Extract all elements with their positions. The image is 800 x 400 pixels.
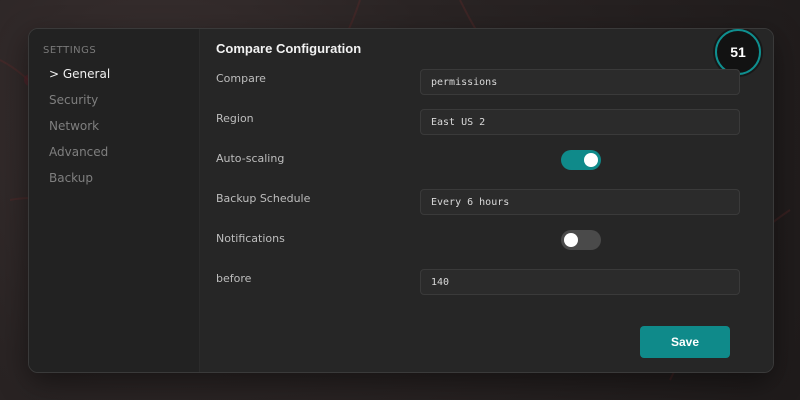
- backup-schedule-field[interactable]: Every 6 hours: [420, 189, 740, 215]
- compare-field[interactable]: permissions: [420, 69, 740, 95]
- region-field[interactable]: East US 2: [420, 109, 740, 135]
- sidebar-item-network[interactable]: Network: [49, 119, 99, 133]
- settings-window: SETTINGS > General Security Network Adva…: [28, 28, 774, 373]
- sidebar-heading: SETTINGS: [43, 45, 97, 56]
- page-title: Compare Configuration: [216, 41, 362, 56]
- notifications-label: Notifications: [216, 232, 285, 245]
- sidebar-item-backup[interactable]: Backup: [49, 171, 93, 185]
- toggle-knob: [584, 153, 598, 167]
- sidebar: SETTINGS > General Security Network Adva…: [29, 29, 200, 372]
- auto-scaling-label: Auto-scaling: [216, 152, 285, 165]
- compare-label: Compare: [216, 72, 266, 85]
- backup-schedule-label: Backup Schedule: [216, 192, 311, 205]
- region-label: Region: [216, 112, 254, 125]
- before-label: before: [216, 272, 252, 285]
- auto-scaling-toggle[interactable]: [561, 150, 601, 170]
- sidebar-item-security[interactable]: Security: [49, 93, 98, 107]
- save-button[interactable]: Save: [640, 326, 730, 358]
- before-field[interactable]: 140: [420, 269, 740, 295]
- toggle-knob: [564, 233, 578, 247]
- main-content: Compare Configuration 51 Compare permiss…: [200, 29, 773, 372]
- sidebar-item-advanced[interactable]: Advanced: [49, 145, 108, 159]
- notifications-toggle[interactable]: [561, 230, 601, 250]
- sidebar-item-general[interactable]: > General: [49, 67, 110, 81]
